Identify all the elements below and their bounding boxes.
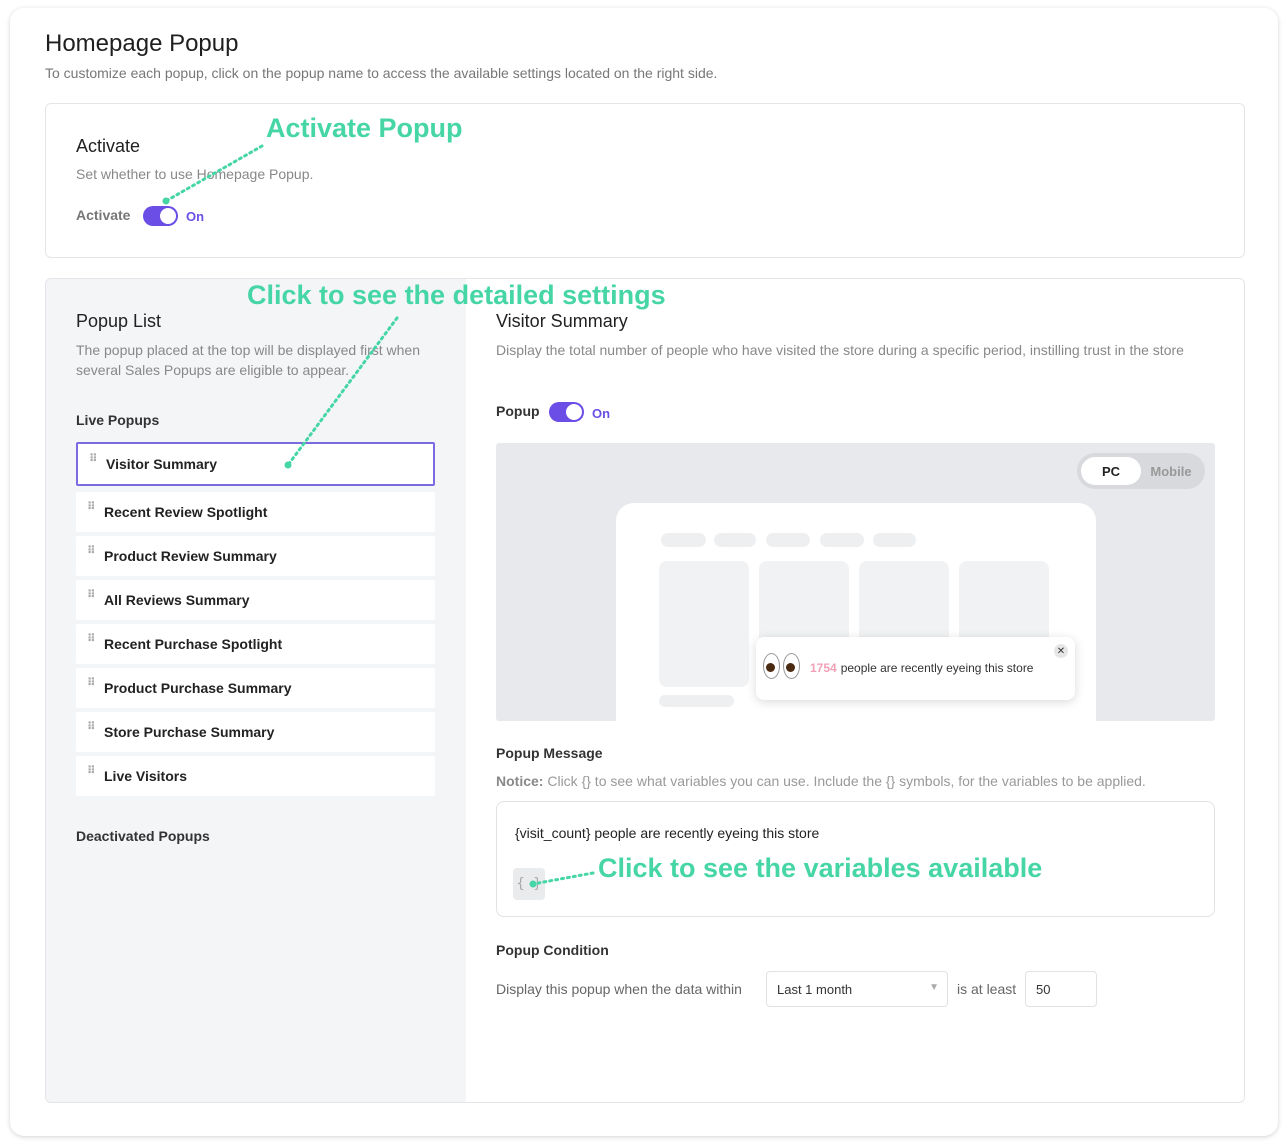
- list-item-all-reviews-summary[interactable]: ⠿ All Reviews Summary: [76, 580, 435, 620]
- sales-popup-preview: 1754 people are recently eyeing this stor…: [756, 637, 1075, 700]
- live-popups-heading: Live Popups: [76, 412, 160, 428]
- device-option-mobile[interactable]: Mobile: [1141, 457, 1201, 485]
- condition-period-value: Last 1 month: [777, 981, 853, 997]
- popup-toggle[interactable]: [549, 402, 584, 422]
- list-item-visitor-summary[interactable]: ⠿ Visitor Summary: [76, 442, 435, 486]
- list-item-label: Product Purchase Summary: [104, 680, 292, 696]
- drag-handle-icon[interactable]: ⠿: [89, 454, 98, 469]
- eye-left-icon: [763, 653, 780, 679]
- close-icon[interactable]: ✕: [1054, 644, 1068, 658]
- notice-text: Notice: Click {} to see what variables y…: [496, 773, 1146, 789]
- placeholder-line: [659, 695, 734, 707]
- detail-description: Display the total number of people who h…: [496, 342, 1184, 358]
- drag-handle-icon[interactable]: ⠿: [87, 546, 96, 561]
- list-item-store-purchase-summary[interactable]: ⠿ Store Purchase Summary: [76, 712, 435, 752]
- popup-message-preview: 1754 people are recently eyeing this stor…: [810, 661, 1033, 675]
- condition-middle: is at least: [957, 981, 1017, 997]
- activate-label: Activate: [76, 207, 131, 223]
- popup-toggle-state: On: [592, 406, 611, 421]
- list-item-label: Recent Purchase Spotlight: [104, 636, 283, 652]
- popup-settings-card: Popup List The popup placed at the top w…: [45, 278, 1245, 1103]
- deactivated-popups-heading: Deactivated Popups: [76, 828, 210, 844]
- page-title: Homepage Popup: [45, 30, 239, 57]
- list-item-label: Live Visitors: [104, 768, 188, 784]
- detail-title: Visitor Summary: [496, 311, 628, 331]
- condition-threshold-input[interactable]: 50: [1025, 971, 1097, 1007]
- activate-toggle-state: On: [186, 209, 205, 224]
- list-item-label: Store Purchase Summary: [104, 724, 275, 740]
- popup-list-title: Popup List: [76, 311, 162, 331]
- list-item-live-visitors[interactable]: ⠿ Live Visitors: [76, 756, 435, 796]
- list-item-product-review-summary[interactable]: ⠿ Product Review Summary: [76, 536, 435, 576]
- activate-toggle[interactable]: [143, 206, 178, 226]
- annotation-detailed-settings: Click to see the detailed settings: [247, 280, 666, 310]
- list-item-label: Recent Review Spotlight: [104, 504, 268, 520]
- page-subtitle: To customize each popup, click on the po…: [45, 65, 718, 81]
- drag-handle-icon[interactable]: ⠿: [87, 678, 96, 693]
- notice-body: Click {} to see what variables you can u…: [547, 773, 1146, 789]
- annotation-variables: Click to see the variables available: [598, 853, 1043, 883]
- placeholder-nav: [873, 533, 916, 547]
- live-popups-list: ⠿ Visitor Summary ⠿ Recent Review Spotli…: [76, 442, 435, 800]
- list-item-recent-review-spotlight[interactable]: ⠿ Recent Review Spotlight: [76, 492, 435, 532]
- variables-button[interactable]: { }: [513, 868, 545, 900]
- device-option-pc[interactable]: PC: [1081, 457, 1141, 485]
- list-item-product-purchase-summary[interactable]: ⠿ Product Purchase Summary: [76, 668, 435, 708]
- popup-preview: PC Mobile 1754 people are recently eyein…: [496, 443, 1215, 721]
- drag-handle-icon[interactable]: ⠿: [87, 590, 96, 605]
- drag-handle-icon[interactable]: ⠿: [87, 502, 96, 517]
- eye-right-icon: [783, 653, 800, 679]
- condition-period-select[interactable]: Last 1 month ▼: [766, 971, 948, 1007]
- condition-prefix: Display this popup when the data within: [496, 981, 742, 997]
- list-item-label: Visitor Summary: [106, 456, 218, 472]
- placeholder-nav: [766, 533, 810, 547]
- popup-condition-label: Popup Condition: [496, 942, 609, 958]
- drag-handle-icon[interactable]: ⠿: [87, 634, 96, 649]
- activate-card: Activate Set whether to use Homepage Pop…: [45, 103, 1245, 258]
- popup-list-panel: Popup List The popup placed at the top w…: [46, 279, 466, 1102]
- popup-toggle-label: Popup: [496, 403, 540, 419]
- activate-description: Set whether to use Homepage Popup.: [76, 166, 314, 182]
- annotation-activate-popup: Activate Popup: [266, 113, 463, 143]
- list-item-label: Product Review Summary: [104, 548, 277, 564]
- drag-handle-icon[interactable]: ⠿: [87, 766, 96, 781]
- placeholder-nav: [820, 533, 864, 547]
- visit-count: 1754: [810, 661, 837, 675]
- activate-title: Activate: [76, 136, 141, 156]
- popup-list-description: The popup placed at the top will be disp…: [76, 342, 420, 378]
- drag-handle-icon[interactable]: ⠿: [87, 722, 96, 737]
- placeholder-card: [659, 561, 749, 687]
- list-item-recent-purchase-spotlight[interactable]: ⠿ Recent Purchase Spotlight: [76, 624, 435, 664]
- popup-detail-panel: Visitor Summary Display the total number…: [496, 279, 1216, 1102]
- popup-preview-text: people are recently eyeing this store: [840, 661, 1034, 675]
- device-switch[interactable]: PC Mobile: [1077, 453, 1205, 489]
- popup-message-label: Popup Message: [496, 745, 603, 761]
- chevron-down-icon: ▼: [929, 982, 939, 993]
- placeholder-nav: [661, 533, 706, 547]
- placeholder-nav: [714, 533, 756, 547]
- notice-label: Notice:: [496, 773, 544, 789]
- list-item-label: All Reviews Summary: [104, 592, 250, 608]
- popup-message-value[interactable]: {visit_count} people are recently eyeing…: [515, 825, 819, 841]
